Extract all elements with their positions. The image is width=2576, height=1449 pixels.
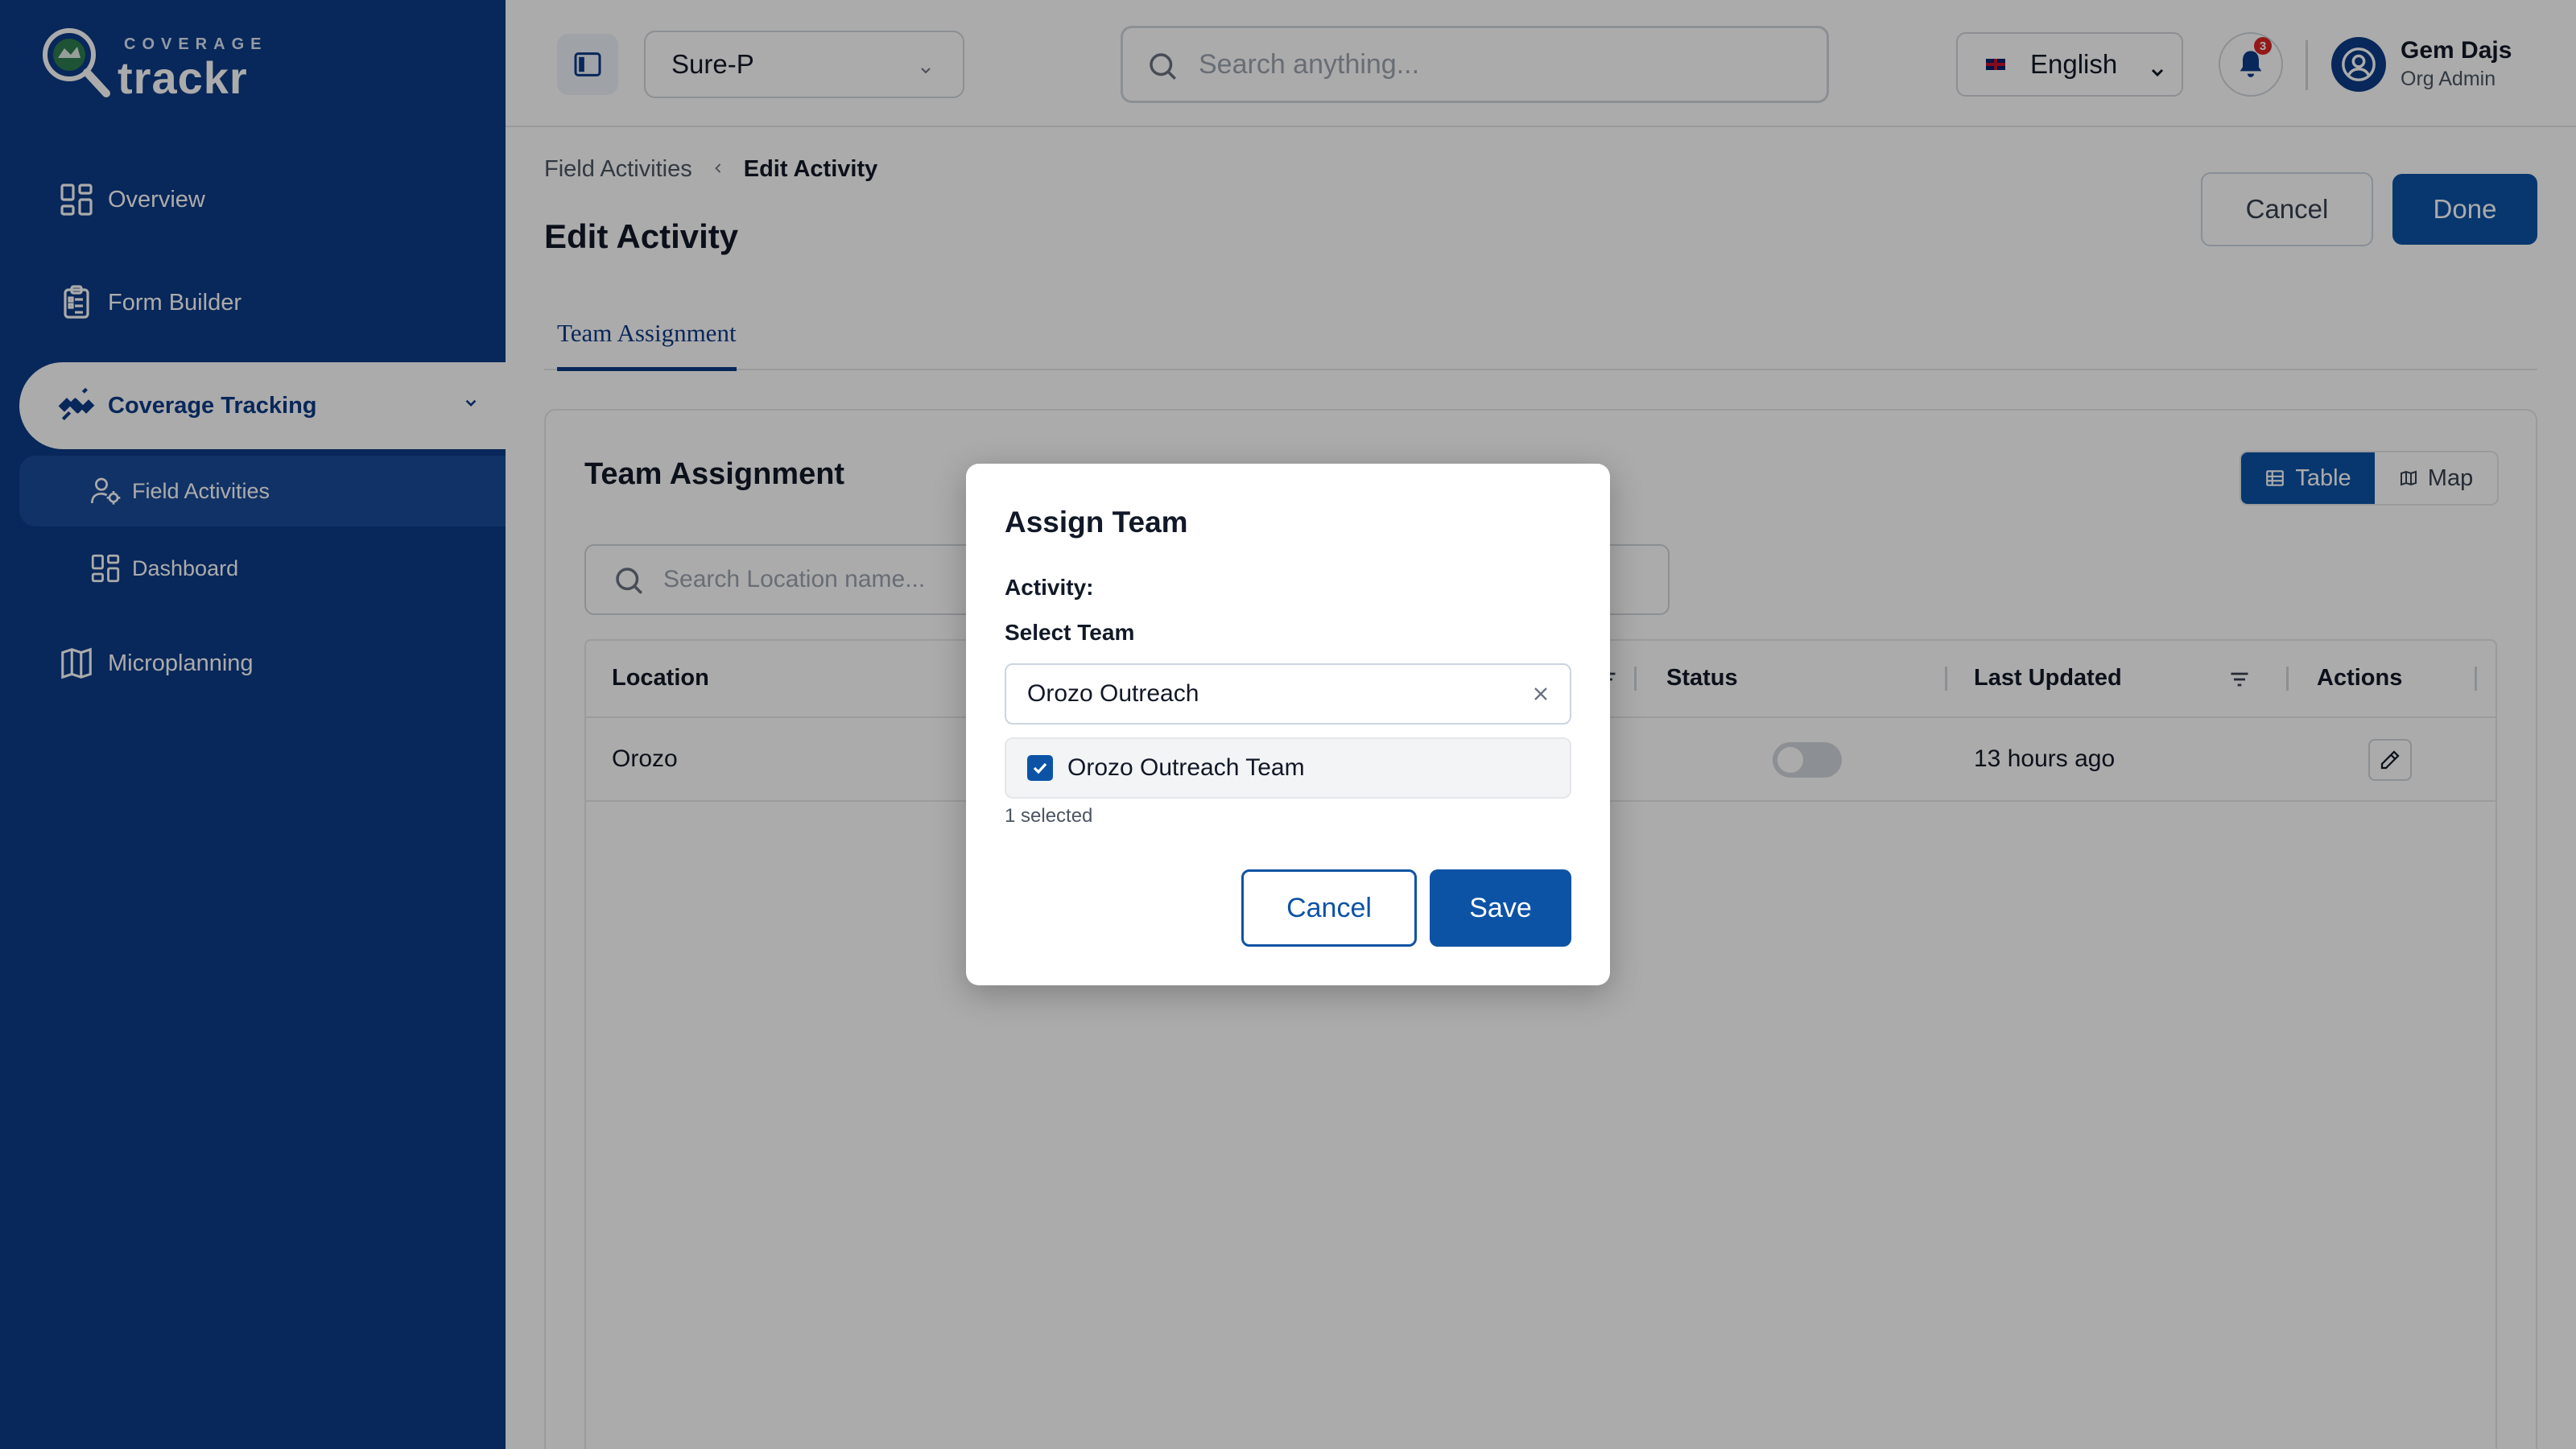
team-option-label: Orozo Outreach Team bbox=[1067, 754, 1305, 781]
checkbox-checked-icon[interactable] bbox=[1027, 755, 1053, 781]
activity-label: Activity: bbox=[1005, 575, 1094, 600]
team-search-field bbox=[1005, 663, 1571, 724]
dialog-cancel-button[interactable]: Cancel bbox=[1241, 869, 1417, 947]
close-icon[interactable] bbox=[1530, 683, 1552, 709]
assign-team-dialog: Assign Team Activity: Select Team Orozo … bbox=[966, 464, 1610, 985]
team-search-input[interactable] bbox=[1027, 680, 1510, 708]
select-team-label: Select Team bbox=[1005, 620, 1135, 645]
selected-count: 1 selected bbox=[1005, 805, 1093, 827]
team-option[interactable]: Orozo Outreach Team bbox=[1005, 737, 1571, 799]
dialog-save-button[interactable]: Save bbox=[1430, 869, 1571, 947]
dialog-title: Assign Team bbox=[1005, 506, 1188, 539]
